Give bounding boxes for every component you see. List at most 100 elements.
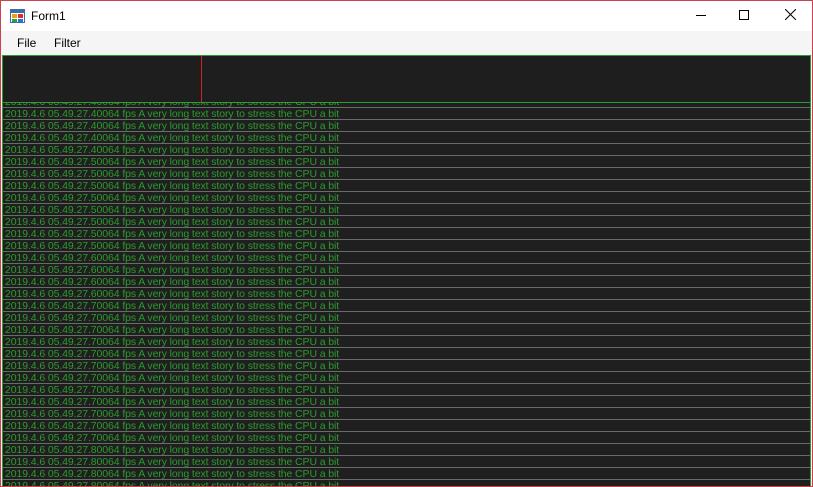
log-timestamp: 2019.4.6 05.49.27.7 xyxy=(5,300,97,312)
title-bar[interactable]: Form1 xyxy=(1,1,812,31)
log-message: fps A very long text story to stress the… xyxy=(122,240,340,252)
log-timestamp: 2019.4.6 05.49.27.8 xyxy=(5,456,97,468)
log-fps-value: 0064 xyxy=(96,396,120,408)
log-row[interactable]: 2019.4.6 05.49.27.70064 fps A very long … xyxy=(3,300,810,312)
log-fps-value: 0064 xyxy=(96,444,120,456)
log-row[interactable]: 2019.4.6 05.49.27.40064 fps A very long … xyxy=(3,132,810,144)
log-timestamp: 2019.4.6 05.49.27.7 xyxy=(5,432,97,444)
minimize-icon xyxy=(696,7,706,25)
log-message: fps A very long text story to stress the… xyxy=(122,108,340,120)
winforms-app-icon[interactable] xyxy=(10,9,25,23)
log-row[interactable]: 2019.4.6 05.49.27.60064 fps A very long … xyxy=(3,252,810,264)
log-fps-value: 0064 xyxy=(96,228,120,240)
log-timestamp: 2019.4.6 05.49.27.7 xyxy=(5,336,97,348)
log-timestamp: 2019.4.6 05.49.27.8 xyxy=(5,468,97,480)
log-row[interactable]: 2019.4.6 05.49.27.50064 fps A very long … xyxy=(3,228,810,240)
log-fps-value: 0064 xyxy=(96,156,120,168)
log-row[interactable]: 2019.4.6 05.49.27.80064 fps A very long … xyxy=(3,468,810,480)
log-timestamp: 2019.4.6 05.49.27.6 xyxy=(5,288,97,300)
log-row[interactable]: 2019.4.6 05.49.27.50064 fps A very long … xyxy=(3,204,810,216)
log-row[interactable]: 2019.4.6 05.49.27.50064 fps A very long … xyxy=(3,156,810,168)
maximize-button[interactable] xyxy=(721,1,767,31)
log-timestamp: 2019.4.6 05.49.27.4 xyxy=(5,120,97,132)
log-timestamp: 2019.4.6 05.49.27.6 xyxy=(5,252,97,264)
log-row[interactable]: 2019.4.6 05.49.27.80064 fps A very long … xyxy=(3,444,810,456)
log-message: fps A very long text story to stress the… xyxy=(122,324,340,336)
log-timestamp: 2019.4.6 05.49.27.5 xyxy=(5,192,97,204)
log-timestamp: 2019.4.6 05.49.27.7 xyxy=(5,360,97,372)
close-icon xyxy=(784,7,796,25)
log-fps-value: 0064 xyxy=(96,480,120,487)
window-title: Form1 xyxy=(31,9,66,23)
log-fps-value: 0064 xyxy=(96,276,120,288)
log-fps-value: 0064 xyxy=(96,216,120,228)
log-row[interactable]: 2019.4.6 05.49.27.70064 fps A very long … xyxy=(3,420,810,432)
log-row[interactable]: 2019.4.6 05.49.27.60064 fps A very long … xyxy=(3,276,810,288)
log-timestamp: 2019.4.6 05.49.27.7 xyxy=(5,384,97,396)
log-row[interactable]: 2019.4.6 05.49.27.50064 fps A very long … xyxy=(3,180,810,192)
log-timestamp: 2019.4.6 05.49.27.5 xyxy=(5,228,97,240)
log-message: fps A very long text story to stress the… xyxy=(122,180,340,192)
log-timestamp: 2019.4.6 05.49.27.7 xyxy=(5,372,97,384)
log-fps-value: 0064 xyxy=(96,108,120,120)
log-message: fps A very long text story to stress the… xyxy=(122,216,340,228)
log-timestamp: 2019.4.6 05.49.27.7 xyxy=(5,312,97,324)
log-row[interactable]: 2019.4.6 05.49.27.50064 fps A very long … xyxy=(3,168,810,180)
log-row[interactable]: 2019.4.6 05.49.27.40064 fps A very long … xyxy=(3,108,810,120)
log-row[interactable]: 2019.4.6 05.49.27.50064 fps A very long … xyxy=(3,240,810,252)
maximize-icon xyxy=(739,7,749,25)
log-row[interactable]: 2019.4.6 05.49.27.60064 fps A very long … xyxy=(3,264,810,276)
log-timestamp: 2019.4.6 05.49.27.7 xyxy=(5,408,97,420)
log-fps-value: 0064 xyxy=(96,252,120,264)
log-message: fps A very long text story to stress the… xyxy=(122,276,340,288)
log-row[interactable]: 2019.4.6 05.49.27.70064 fps A very long … xyxy=(3,336,810,348)
log-row[interactable]: 2019.4.6 05.49.27.40064 fps A very long … xyxy=(3,120,810,132)
log-list[interactable]: 2019.4.6 05.49.27.40064 fps A very long … xyxy=(2,103,811,487)
log-fps-value: 0064 xyxy=(96,372,120,384)
menu-filter[interactable]: Filter xyxy=(52,35,83,51)
log-row[interactable]: 2019.4.6 05.49.27.70064 fps A very long … xyxy=(3,396,810,408)
log-message: fps A very long text story to stress the… xyxy=(122,312,340,324)
log-row[interactable]: 2019.4.6 05.49.27.80064 fps A very long … xyxy=(3,480,810,487)
log-row[interactable]: 2019.4.6 05.49.27.70064 fps A very long … xyxy=(3,432,810,444)
log-timestamp: 2019.4.6 05.49.27.7 xyxy=(5,348,97,360)
log-fps-value: 0064 xyxy=(96,264,120,276)
log-row[interactable]: 2019.4.6 05.49.27.70064 fps A very long … xyxy=(3,384,810,396)
log-message: fps A very long text story to stress the… xyxy=(122,420,340,432)
log-row[interactable]: 2019.4.6 05.49.27.80064 fps A very long … xyxy=(3,456,810,468)
log-fps-value: 0064 xyxy=(96,240,120,252)
log-message: fps A very long text story to stress the… xyxy=(122,168,340,180)
log-row[interactable]: 2019.4.6 05.49.27.70064 fps A very long … xyxy=(3,360,810,372)
log-message: fps A very long text story to stress the… xyxy=(122,204,340,216)
close-button[interactable] xyxy=(767,1,812,31)
log-row[interactable]: 2019.4.6 05.49.27.70064 fps A very long … xyxy=(3,348,810,360)
log-fps-value: 0064 xyxy=(96,168,120,180)
log-fps-value: 0064 xyxy=(96,336,120,348)
log-message: fps A very long text story to stress the… xyxy=(122,120,340,132)
log-fps-value: 0064 xyxy=(96,468,120,480)
log-row[interactable]: 2019.4.6 05.49.27.70064 fps A very long … xyxy=(3,408,810,420)
log-fps-value: 0064 xyxy=(96,120,120,132)
menu-file[interactable]: File xyxy=(15,35,38,51)
log-row[interactable]: 2019.4.6 05.49.27.50064 fps A very long … xyxy=(3,192,810,204)
log-row[interactable]: 2019.4.6 05.49.27.40064 fps A very long … xyxy=(3,144,810,156)
log-row[interactable]: 2019.4.6 05.49.27.70064 fps A very long … xyxy=(3,372,810,384)
log-fps-value: 0064 xyxy=(96,420,120,432)
log-message: fps A very long text story to stress the… xyxy=(122,432,340,444)
log-message: fps A very long text story to stress the… xyxy=(122,192,340,204)
log-timestamp: 2019.4.6 05.49.27.7 xyxy=(5,396,97,408)
log-row[interactable]: 2019.4.6 05.49.27.60064 fps A very long … xyxy=(3,288,810,300)
minimize-button[interactable] xyxy=(678,1,724,31)
log-fps-value: 0064 xyxy=(96,348,120,360)
log-row[interactable]: 2019.4.6 05.49.27.50064 fps A very long … xyxy=(3,216,810,228)
log-fps-value: 0064 xyxy=(96,360,120,372)
log-message: fps A very long text story to stress the… xyxy=(122,288,340,300)
log-row[interactable]: 2019.4.6 05.49.27.70064 fps A very long … xyxy=(3,312,810,324)
log-message: fps A very long text story to stress the… xyxy=(122,144,340,156)
log-message: fps A very long text story to stress the… xyxy=(122,444,340,456)
log-row[interactable]: 2019.4.6 05.49.27.70064 fps A very long … xyxy=(3,324,810,336)
log-timestamp: 2019.4.6 05.49.27.4 xyxy=(5,144,97,156)
log-fps-value: 0064 xyxy=(96,408,120,420)
log-fps-value: 0064 xyxy=(96,132,120,144)
log-message: fps A very long text story to stress the… xyxy=(122,252,340,264)
